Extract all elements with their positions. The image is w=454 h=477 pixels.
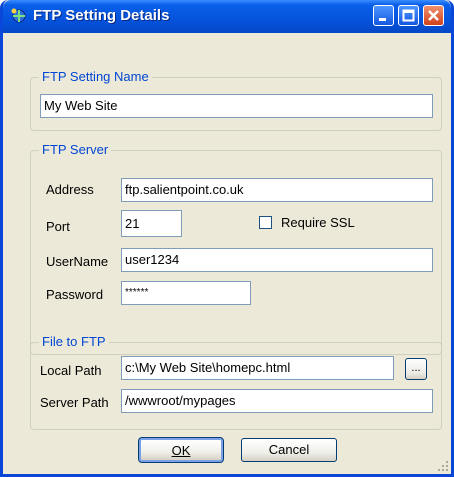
resize-grip-icon[interactable] bbox=[437, 460, 449, 472]
server-path-input[interactable]: /wwwroot/mypages bbox=[121, 389, 433, 413]
username-label: UserName bbox=[46, 254, 109, 269]
setting-name-legend: FTP Setting Name bbox=[39, 69, 152, 84]
address-input[interactable]: ftp.salientpoint.co.uk bbox=[121, 178, 433, 202]
title-bar[interactable]: FTP Setting Details bbox=[3, 0, 451, 33]
local-path-label: Local Path bbox=[40, 363, 102, 378]
dialog-body: FTP Setting Name My Web Site FTP Server … bbox=[3, 33, 451, 474]
window-title: FTP Setting Details bbox=[33, 7, 170, 24]
ftp-setting-dialog: FTP Setting Details FTP Setting Name My … bbox=[0, 0, 454, 477]
server-path-label: Server Path bbox=[40, 395, 109, 410]
password-input[interactable]: ****** bbox=[121, 281, 251, 305]
cancel-button-label: Cancel bbox=[268, 442, 310, 457]
maximize-button[interactable] bbox=[398, 5, 419, 26]
file-to-ftp-legend: File to FTP bbox=[39, 334, 109, 349]
ftp-app-icon bbox=[11, 8, 26, 23]
local-path-input[interactable]: c:\My Web Site\homepc.html bbox=[121, 356, 394, 380]
username-input[interactable]: user1234 bbox=[121, 248, 433, 272]
require-ssl-checkbox[interactable] bbox=[259, 216, 272, 229]
port-label: Port bbox=[46, 219, 70, 234]
browse-button[interactable]: ... bbox=[405, 358, 427, 380]
address-label: Address bbox=[46, 182, 94, 197]
ftp-server-legend: FTP Server bbox=[39, 142, 112, 157]
minimize-icon bbox=[379, 18, 386, 21]
cancel-button[interactable]: Cancel bbox=[241, 438, 337, 462]
setting-name-input[interactable]: My Web Site bbox=[40, 94, 433, 118]
require-ssl-label[interactable]: Require SSL bbox=[281, 215, 355, 230]
maximize-icon bbox=[402, 9, 415, 22]
port-input[interactable]: 21 bbox=[121, 210, 182, 237]
ok-button[interactable]: OK bbox=[138, 437, 224, 463]
close-icon bbox=[428, 10, 439, 21]
minimize-button[interactable] bbox=[373, 5, 394, 26]
close-button[interactable] bbox=[423, 5, 444, 26]
ok-button-label: OK bbox=[171, 443, 191, 458]
password-label: Password bbox=[46, 287, 104, 302]
